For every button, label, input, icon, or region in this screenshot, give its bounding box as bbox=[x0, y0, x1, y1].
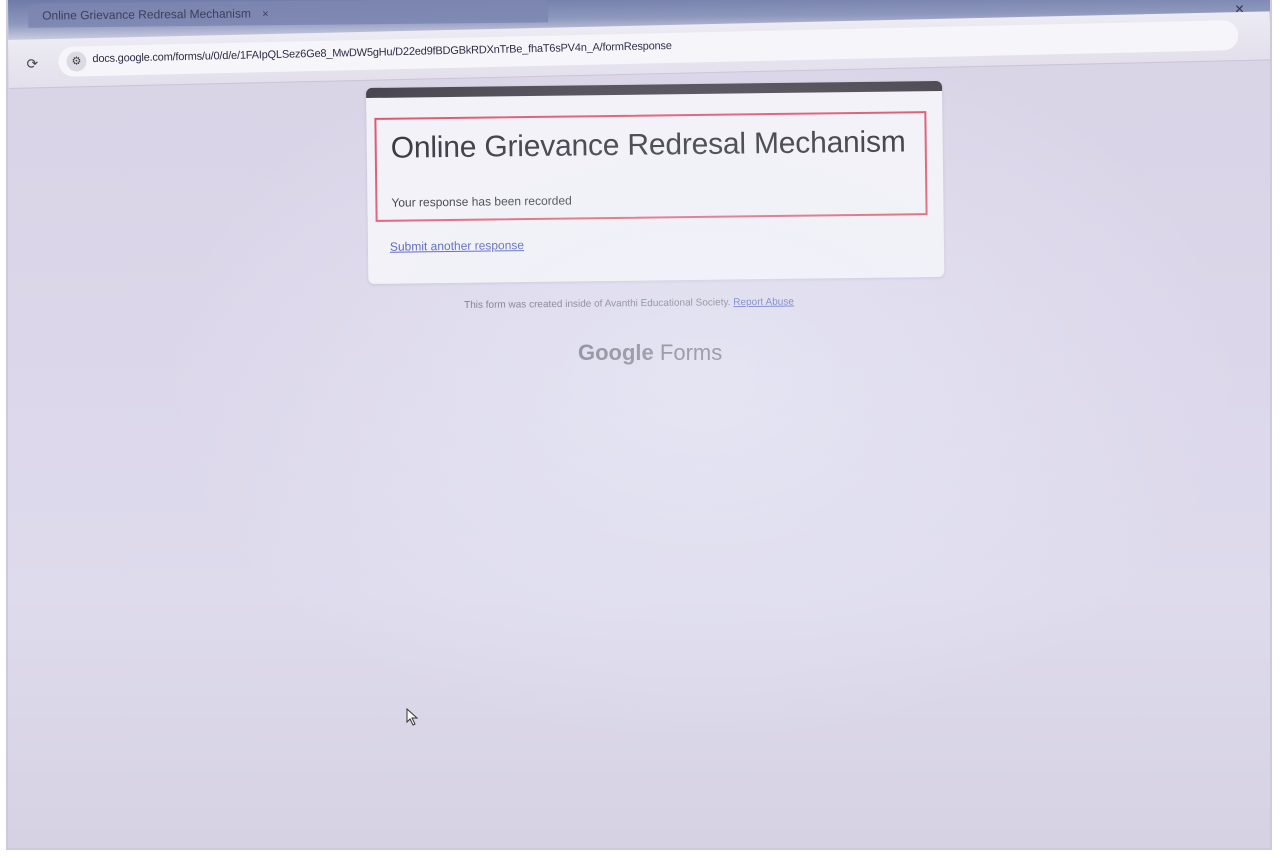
confirmation-message: Your response has been recorded bbox=[391, 193, 572, 210]
logo-brand: Google bbox=[578, 340, 654, 365]
logo-product: Forms bbox=[659, 340, 723, 365]
report-abuse-link[interactable]: Report Abuse bbox=[733, 297, 794, 309]
site-info-icon[interactable]: ⚙ bbox=[66, 51, 87, 72]
mouse-cursor-icon bbox=[406, 708, 419, 726]
card-accent-bar bbox=[366, 80, 943, 98]
submit-another-response-link[interactable]: Submit another response bbox=[390, 238, 524, 254]
reload-icon[interactable]: ⟳ bbox=[26, 55, 38, 72]
form-card: Online Grievance Redresal Mechanism Your… bbox=[366, 80, 945, 284]
url-text[interactable]: docs.google.com/forms/u/0/d/e/1FAIpQLSez… bbox=[92, 40, 672, 65]
browser-screen: Online Grievance Redresal Mechanism × × … bbox=[8, 0, 1270, 848]
footer-created-text: This form was created inside of Avanthi … bbox=[464, 297, 731, 311]
browser-tab[interactable]: Online Grievance Redresal Mechanism × bbox=[28, 0, 549, 28]
google-forms-logo[interactable]: Google Forms bbox=[578, 340, 722, 366]
tab-close-icon[interactable]: × bbox=[262, 8, 269, 20]
form-footer: This form was created inside of Avanthi … bbox=[464, 297, 794, 311]
form-title: Online Grievance Redresal Mechanism bbox=[390, 125, 906, 165]
highlighted-confirmation-box: Online Grievance Redresal Mechanism Your… bbox=[374, 111, 928, 222]
tab-label: Online Grievance Redresal Mechanism bbox=[42, 6, 251, 23]
